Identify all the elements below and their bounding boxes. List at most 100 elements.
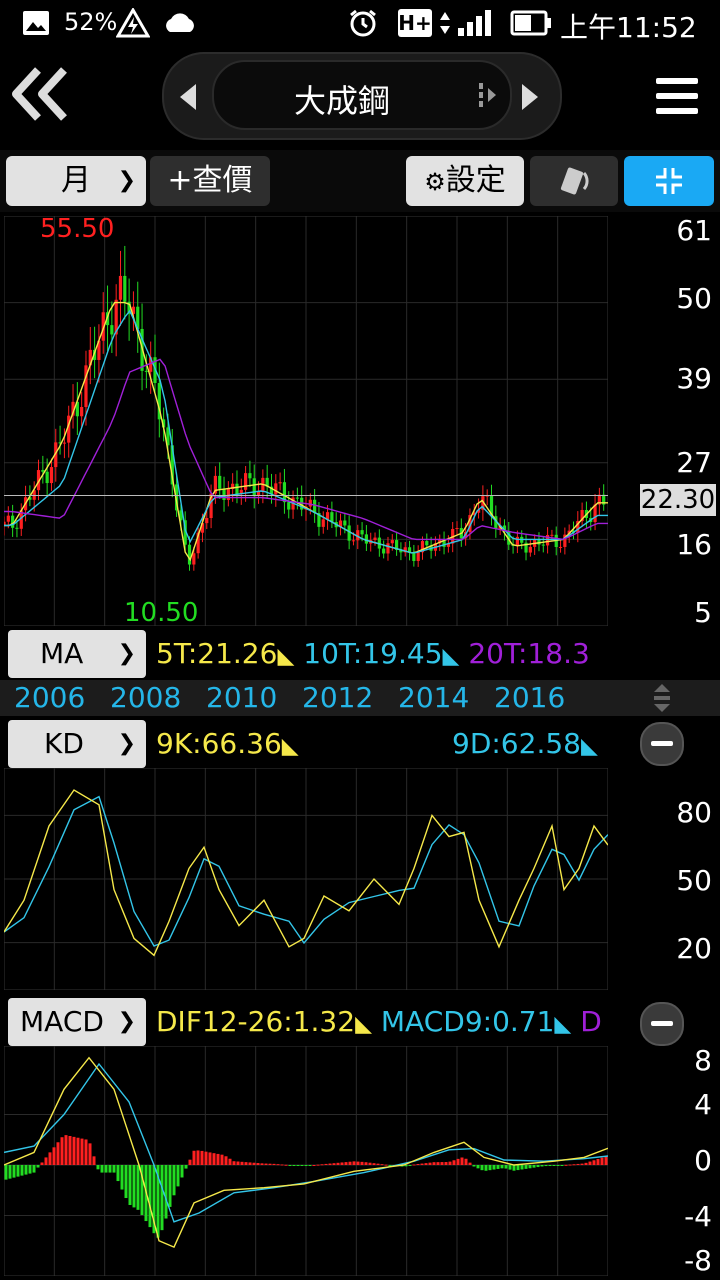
- rotate-icon: [560, 167, 589, 195]
- kd-indicator-button[interactable]: KD ❯: [8, 720, 146, 768]
- macd-histogram-bar: [384, 1164, 388, 1166]
- macd-histogram-bar: [420, 1163, 424, 1165]
- stock-list-icon[interactable]: [476, 80, 500, 110]
- macd-histogram-bar: [580, 1163, 584, 1165]
- macd-histogram-bar: [332, 1163, 336, 1165]
- candlestick: [45, 471, 49, 484]
- macd-histogram-bar: [376, 1163, 380, 1165]
- hamburger-menu-icon: [656, 78, 698, 114]
- macd-histogram-bar: [196, 1150, 200, 1165]
- macd-histogram-bar: [172, 1165, 176, 1196]
- macd-histogram-bar: [516, 1165, 520, 1171]
- candlestick: [382, 548, 386, 554]
- macd-histogram-bar: [40, 1162, 44, 1165]
- macd-histogram-bar: [504, 1165, 508, 1169]
- macd-histogram-bar: [476, 1165, 480, 1169]
- macd-histogram-bar: [368, 1162, 372, 1165]
- macd-histogram-bar: [592, 1160, 596, 1165]
- macd-histogram-bar: [508, 1165, 512, 1170]
- candlestick: [235, 483, 239, 495]
- triangle-right-icon: ◣: [277, 644, 295, 669]
- macd-chart[interactable]: [4, 1046, 608, 1276]
- candlestick: [187, 544, 192, 565]
- rotate-screen-button[interactable]: [530, 156, 618, 206]
- macd-histogram-bar: [28, 1165, 32, 1174]
- menu-button[interactable]: [656, 74, 700, 118]
- macd-histogram-bar: [88, 1143, 92, 1165]
- candlestick: [351, 540, 356, 542]
- alarm-icon: [350, 9, 376, 37]
- kd-tick: 20: [676, 932, 712, 965]
- price-query-button[interactable]: +查價: [150, 156, 270, 206]
- macd-tick: -4: [684, 1200, 712, 1233]
- candlestick: [41, 470, 45, 472]
- macd-histogram-bar: [528, 1165, 532, 1169]
- fullscreen-button[interactable]: [624, 156, 714, 206]
- macd-histogram-bar: [492, 1165, 496, 1170]
- candlestick: [192, 553, 196, 565]
- navigation-bar: 大成鋼: [0, 46, 720, 146]
- year-label: 2010: [206, 681, 278, 714]
- macd-histogram-bar: [44, 1157, 48, 1165]
- macd-histogram-bar: [36, 1165, 40, 1168]
- candlestick: [515, 536, 519, 546]
- macd-histogram-bar: [408, 1165, 412, 1166]
- double-chevron-left-icon: [12, 67, 67, 121]
- candlestick: [550, 534, 554, 536]
- macd-histogram-bar: [288, 1165, 292, 1166]
- macd-histogram-bar: [412, 1164, 416, 1166]
- candlestick: [6, 515, 10, 522]
- candlestick: [144, 370, 148, 372]
- ma-indicator-button[interactable]: MA ❯: [8, 630, 146, 678]
- candlestick: [541, 544, 545, 546]
- remove-macd-button[interactable]: [640, 1002, 684, 1046]
- settings-button[interactable]: ⚙設定: [406, 156, 524, 206]
- price-chart[interactable]: [4, 216, 608, 626]
- macd-histogram-bar: [448, 1161, 452, 1165]
- macd-histogram-bar: [472, 1165, 476, 1167]
- macd-histogram-bar: [116, 1165, 120, 1182]
- candlestick: [412, 552, 416, 562]
- macd-histogram-bar: [552, 1165, 556, 1166]
- triangle-right-icon: ◣: [442, 644, 460, 669]
- macd-histogram-bar: [416, 1164, 420, 1166]
- macd-histogram-bar: [240, 1161, 244, 1165]
- candlestick: [455, 528, 459, 530]
- macd-histogram-bar: [356, 1161, 360, 1165]
- previous-stock-button[interactable]: [176, 82, 200, 112]
- kd-label: KD: [44, 727, 84, 760]
- macd-histogram-bar: [204, 1151, 208, 1165]
- remove-kd-button[interactable]: [640, 722, 684, 766]
- macd-histogram-bar: [20, 1165, 24, 1176]
- year-label: 2016: [494, 681, 566, 714]
- period-select-button[interactable]: 月 ❯: [6, 156, 146, 206]
- ma5-value: 5T:21.26: [156, 637, 278, 670]
- candlestick: [205, 518, 209, 524]
- macd-histogram-bar: [292, 1165, 296, 1166]
- macd-indicator-button[interactable]: MACD ❯: [8, 998, 146, 1046]
- macd-histogram-bar: [364, 1162, 368, 1165]
- macd-histogram-bar: [184, 1165, 188, 1169]
- next-stock-button[interactable]: [518, 82, 542, 112]
- back-button[interactable]: [8, 64, 72, 124]
- macd-histogram-bar: [244, 1162, 248, 1165]
- macd-histogram-bar: [56, 1142, 60, 1165]
- macd-histogram-bar: [176, 1165, 180, 1187]
- macd-histogram-bar: [132, 1165, 136, 1208]
- macd-histogram-bar: [440, 1162, 444, 1165]
- macd-histogram-bar: [568, 1164, 572, 1166]
- macd-histogram-bar: [32, 1165, 36, 1173]
- macd-histogram-bar: [524, 1165, 528, 1169]
- kd-chart[interactable]: [4, 768, 608, 990]
- macd-histogram-bar: [236, 1161, 240, 1165]
- ma10-value: 10T:19.45: [303, 637, 443, 670]
- candlestick: [364, 534, 368, 544]
- macd-histogram-bar: [596, 1158, 600, 1165]
- macd-histogram-bar: [64, 1135, 68, 1165]
- minus-icon: [651, 741, 673, 746]
- macd-histogram-bar: [232, 1161, 236, 1165]
- ma-label: MA: [40, 637, 84, 670]
- macd-histogram-bar: [424, 1163, 428, 1165]
- kd-d-value: 9D:62.58: [452, 727, 581, 760]
- resize-handle-icon[interactable]: [650, 682, 674, 714]
